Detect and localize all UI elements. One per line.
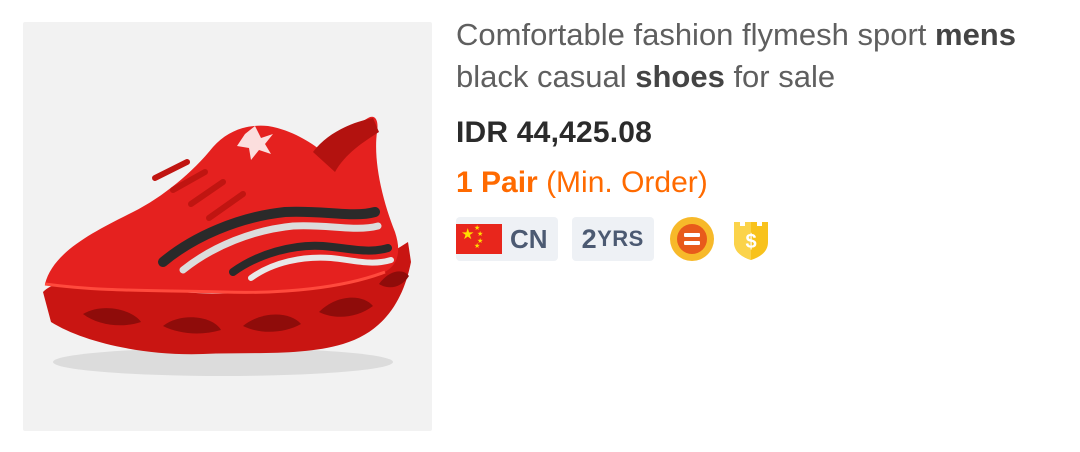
title-part-bold: mens <box>935 17 1016 52</box>
product-price: IDR 44,425.08 <box>456 116 653 149</box>
title-part: for sale <box>724 59 836 94</box>
svg-text:$: $ <box>745 231 756 253</box>
min-order-quantity: 1 Pair <box>456 166 538 199</box>
years-label: YRS <box>597 226 644 251</box>
supplier-badges: ★ ★ ★ ★ ★ CN 2 YRS $ <box>456 216 1056 262</box>
shoe-image <box>43 116 411 376</box>
trade-assurance-icon[interactable] <box>669 217 714 261</box>
country-code: CN <box>510 223 548 254</box>
product-info: Comfortable fashion flymesh sport mens b… <box>456 14 1056 262</box>
product-image[interactable] <box>23 22 432 431</box>
product-title[interactable]: Comfortable fashion flymesh sport mens b… <box>456 14 1056 98</box>
product-card[interactable]: Comfortable fashion flymesh sport mens b… <box>0 0 1080 452</box>
country-badge: ★ ★ ★ ★ ★ CN <box>456 217 558 261</box>
title-part-bold: shoes <box>635 59 725 94</box>
min-order-label: (Min. Order) <box>537 166 708 199</box>
min-order: 1 Pair (Min. Order) <box>456 166 1056 200</box>
china-flag-icon: ★ ★ ★ ★ ★ <box>456 224 502 254</box>
years-number: 2 <box>581 223 598 254</box>
verified-shield-icon[interactable]: $ <box>728 216 774 262</box>
title-part: Comfortable fashion flymesh sport <box>456 17 935 52</box>
years-badge: 2 YRS <box>571 217 654 261</box>
title-part: black casual <box>456 59 636 94</box>
